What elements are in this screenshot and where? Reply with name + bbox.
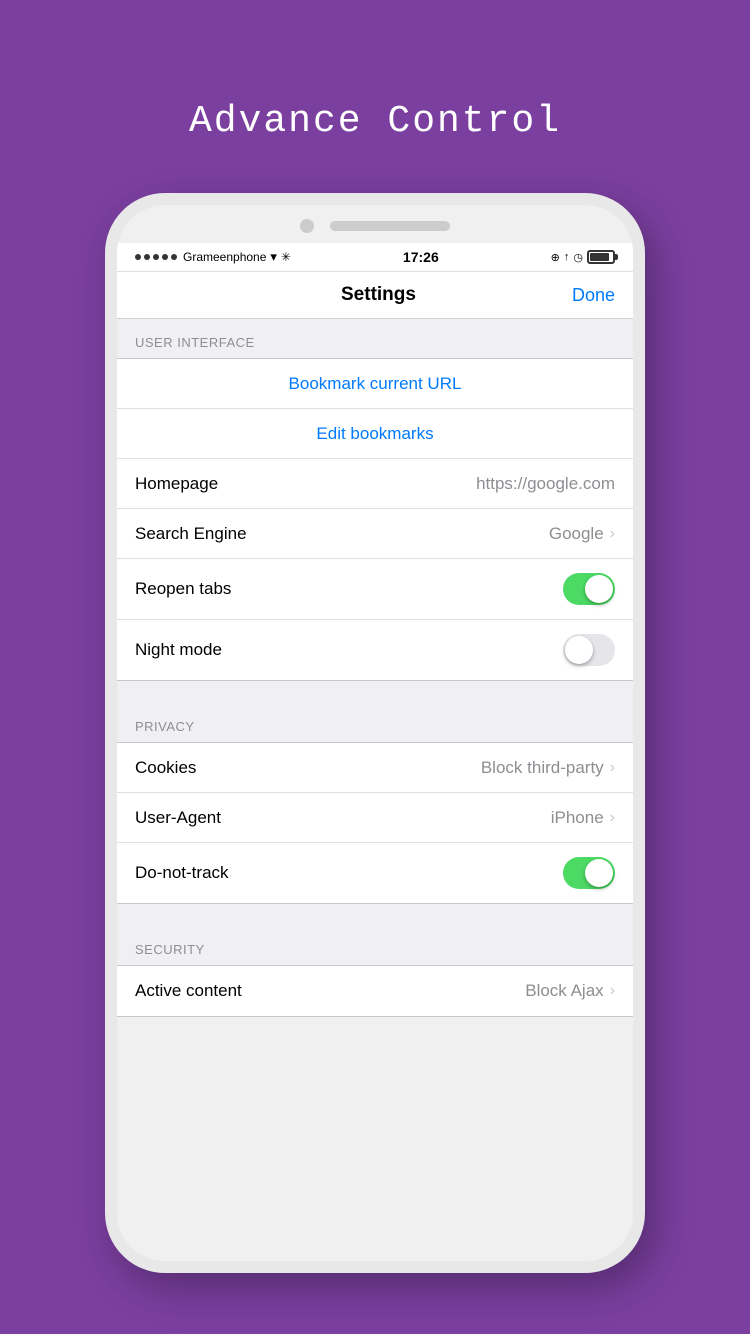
signal-dot-1 xyxy=(135,254,141,260)
security-section-header: SECURITY xyxy=(117,926,633,965)
chevron-icon-active: › xyxy=(610,982,615,1000)
homepage-label: Homepage xyxy=(135,474,218,494)
privacy-section-header: PRIVACY xyxy=(117,703,633,742)
status-bar: Grameenphone ▾ ✳ 17:26 ⊕ ↑ ◷ xyxy=(117,243,633,272)
signal-dot-2 xyxy=(144,254,150,260)
active-content-value: Block Ajax › xyxy=(525,981,615,1001)
user-agent-value: iPhone › xyxy=(551,808,615,828)
security-group: Active content Block Ajax › xyxy=(117,965,633,1017)
search-engine-value: Google › xyxy=(549,524,615,544)
signal-dot-3 xyxy=(153,254,159,260)
reopen-tabs-label: Reopen tabs xyxy=(135,579,231,599)
search-engine-label: Search Engine xyxy=(135,524,247,544)
do-not-track-toggle[interactable] xyxy=(563,857,615,889)
night-mode-row[interactable]: Night mode xyxy=(117,620,633,680)
edit-bookmarks-label[interactable]: Edit bookmarks xyxy=(316,424,433,444)
status-time: 17:26 xyxy=(403,249,439,265)
night-mode-label: Night mode xyxy=(135,640,222,660)
settings-content: USER INTERFACE Bookmark current URL Edit… xyxy=(117,319,633,1017)
signal-dot-5 xyxy=(171,254,177,260)
carrier-label: Grameenphone xyxy=(183,250,266,264)
speaker-dot xyxy=(300,219,314,233)
wifi-icon: ▾ xyxy=(270,249,277,265)
section-gap-1 xyxy=(117,681,633,703)
user-agent-row[interactable]: User-Agent iPhone › xyxy=(117,793,633,843)
night-mode-toggle[interactable] xyxy=(563,634,615,666)
battery-fill xyxy=(590,253,609,261)
active-content-label: Active content xyxy=(135,981,242,1001)
privacy-group: Cookies Block third-party › User-Agent i… xyxy=(117,742,633,904)
homepage-row[interactable]: Homepage https://google.com xyxy=(117,459,633,509)
location-icon: ⊕ xyxy=(551,251,560,264)
user-agent-label: User-Agent xyxy=(135,808,221,828)
chevron-icon-cookies: › xyxy=(610,759,615,777)
cookies-row[interactable]: Cookies Block third-party › xyxy=(117,743,633,793)
page-title: Advance Control xyxy=(189,100,561,143)
status-left: Grameenphone ▾ ✳ xyxy=(135,249,291,265)
do-not-track-row[interactable]: Do-not-track xyxy=(117,843,633,903)
battery-icon xyxy=(587,250,615,264)
chevron-icon: › xyxy=(610,525,615,543)
do-not-track-label: Do-not-track xyxy=(135,863,229,883)
arrow-icon: ↑ xyxy=(564,251,570,263)
done-button[interactable]: Done xyxy=(572,285,615,306)
nav-bar: Settings Done xyxy=(117,272,633,319)
speaker-bar xyxy=(330,221,450,231)
alarm-icon: ◷ xyxy=(573,251,583,264)
reopen-tabs-row[interactable]: Reopen tabs xyxy=(117,559,633,620)
nav-title: Settings xyxy=(341,284,416,306)
user-interface-group: Bookmark current URL Edit bookmarks Home… xyxy=(117,358,633,681)
signal-dot-4 xyxy=(162,254,168,260)
cookies-label: Cookies xyxy=(135,758,196,778)
user-interface-section-header: USER INTERFACE xyxy=(117,319,633,358)
status-right: ⊕ ↑ ◷ xyxy=(551,250,615,264)
homepage-value: https://google.com xyxy=(476,474,615,494)
toggle-thumb-dnt xyxy=(585,859,613,887)
reopen-tabs-toggle[interactable] xyxy=(563,573,615,605)
brightness-icon: ✳ xyxy=(281,250,291,264)
edit-bookmarks-row[interactable]: Edit bookmarks xyxy=(117,409,633,459)
phone-top xyxy=(117,205,633,243)
toggle-thumb-night xyxy=(565,636,593,664)
active-content-row[interactable]: Active content Block Ajax › xyxy=(117,966,633,1016)
bookmark-current-url-row[interactable]: Bookmark current URL xyxy=(117,359,633,409)
chevron-icon-useragent: › xyxy=(610,809,615,827)
section-gap-2 xyxy=(117,904,633,926)
bookmark-current-url-label[interactable]: Bookmark current URL xyxy=(289,374,462,394)
phone-frame: Grameenphone ▾ ✳ 17:26 ⊕ ↑ ◷ Settings Do… xyxy=(105,193,645,1273)
toggle-thumb xyxy=(585,575,613,603)
search-engine-row[interactable]: Search Engine Google › xyxy=(117,509,633,559)
cookies-value: Block third-party › xyxy=(481,758,615,778)
signal-dots xyxy=(135,254,177,260)
